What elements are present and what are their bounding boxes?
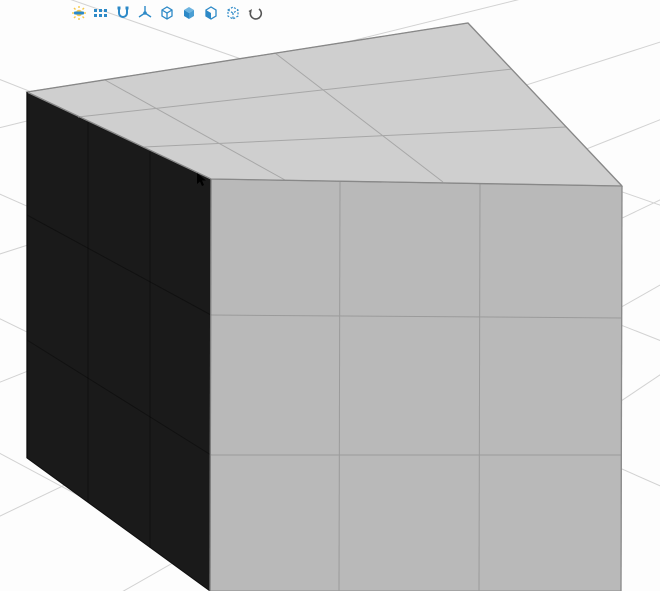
lock-camera-button[interactable] [92, 4, 110, 22]
axis-icon [137, 5, 153, 21]
snap-icon [115, 5, 131, 21]
bounding-box-button[interactable] [224, 4, 242, 22]
viewport-toolbar [70, 4, 264, 22]
flat-shaded-button[interactable] [202, 4, 220, 22]
cube-shaded-icon [181, 5, 197, 21]
pivot-button[interactable] [136, 4, 154, 22]
reset-view-button[interactable] [246, 4, 264, 22]
undo-icon [247, 5, 263, 21]
shaded-button[interactable] [180, 4, 198, 22]
grip-horizontal-icon [93, 5, 109, 21]
cube-front-face [210, 179, 622, 591]
cube-flat-icon [203, 5, 219, 21]
viewport-3d[interactable] [0, 0, 660, 591]
snap-button[interactable] [114, 4, 132, 22]
cube-object[interactable] [27, 23, 622, 591]
cube-wire-icon [159, 5, 175, 21]
wireframe-button[interactable] [158, 4, 176, 22]
render-region-button[interactable] [70, 4, 88, 22]
sun-icon [71, 5, 87, 21]
cube-bbox-icon [225, 5, 241, 21]
scene-canvas[interactable] [0, 0, 660, 591]
